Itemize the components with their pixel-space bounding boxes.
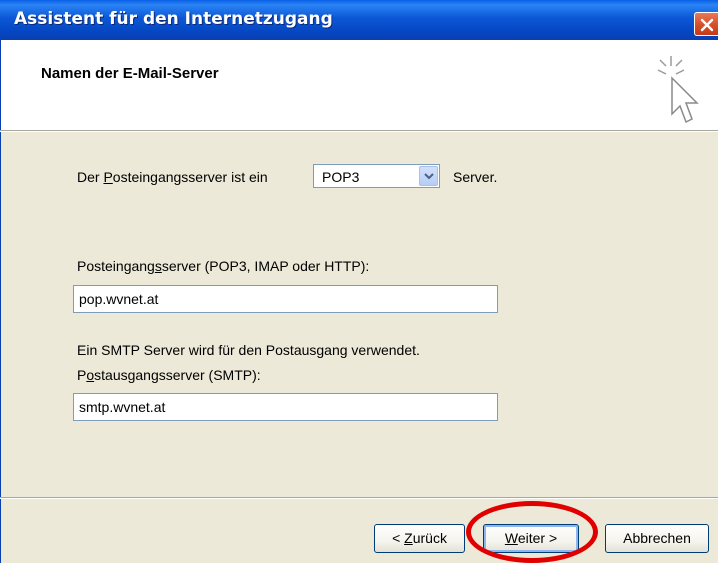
close-icon: [700, 18, 714, 32]
title-bar[interactable]: Assistent für den Internetzugang: [0, 0, 718, 40]
chevron-down-icon: [424, 173, 434, 180]
incoming-server-label: Posteingangsserver (POP3, IMAP oder HTTP…: [77, 258, 370, 274]
window-title: Assistent für den Internetzugang: [14, 9, 333, 29]
outgoing-server-label: Postausgangsserver (SMTP):: [77, 367, 261, 383]
page-title: Namen der E-Mail-Server: [41, 65, 219, 82]
cancel-button[interactable]: Abbrechen: [605, 524, 709, 553]
close-button[interactable]: [694, 12, 718, 36]
incoming-server-type-select[interactable]: POP3: [313, 164, 440, 188]
server-suffix-label: Server.: [453, 169, 498, 185]
dropdown-button[interactable]: [419, 166, 438, 186]
incoming-server-input[interactable]: pop.wvnet.at: [73, 285, 498, 313]
wizard-header: Namen der E-Mail-Server: [0, 40, 718, 130]
smtp-info-text: Ein SMTP Server wird für den Postausgang…: [77, 342, 420, 358]
incoming-type-label: Der Posteingangsserver ist ein: [77, 169, 268, 185]
next-button[interactable]: Weiter >: [483, 524, 579, 553]
wizard-window: Assistent für den Internetzugang Namen d…: [0, 0, 718, 563]
wizard-cursor-icon: [657, 56, 699, 124]
back-button[interactable]: < Zurück: [374, 524, 465, 553]
outgoing-server-input[interactable]: smtp.wvnet.at: [73, 393, 498, 421]
incoming-server-type-value: POP3: [322, 169, 360, 185]
